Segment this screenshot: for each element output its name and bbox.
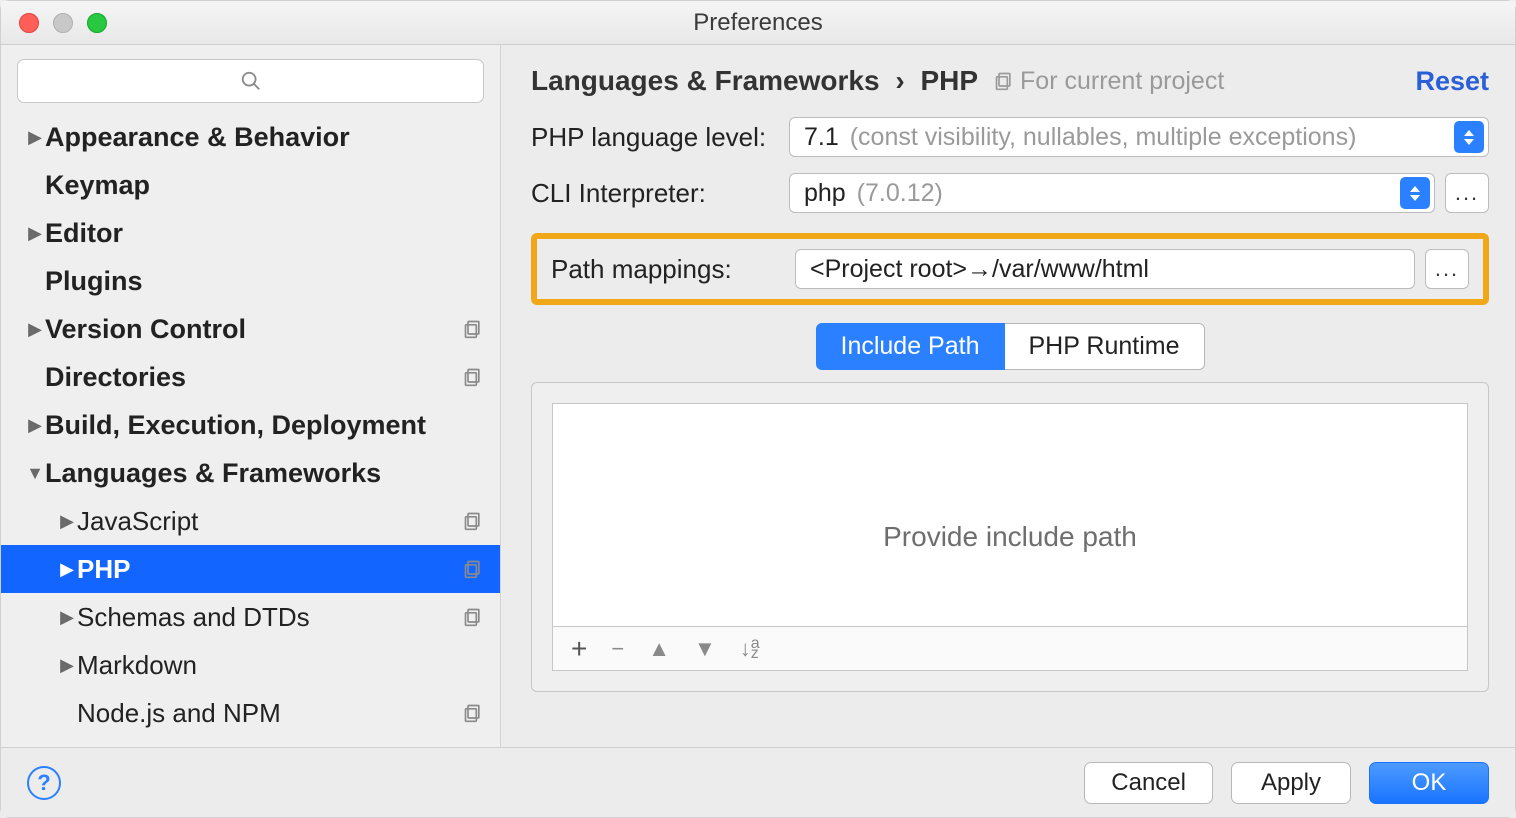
tree-item-plugins[interactable]: Plugins — [1, 257, 500, 305]
project-scope-icon — [458, 511, 488, 531]
project-scope-icon — [458, 559, 488, 579]
cli-row: CLI Interpreter: php (7.0.12) ... — [531, 173, 1489, 213]
tree-item-label: Directories — [45, 362, 458, 393]
lang-level-value: 7.1 — [804, 123, 839, 151]
tree-item-label: Version Control — [45, 314, 458, 345]
tab-php-runtime[interactable]: PHP Runtime — [1005, 323, 1205, 370]
breadcrumb: Languages & Frameworks › PHP — [531, 65, 978, 97]
cli-value: php — [804, 179, 846, 207]
tree-item-label: Appearance & Behavior — [45, 122, 458, 153]
include-path-toolbar: + − ▲ ▼ ↓az — [553, 626, 1467, 670]
disclosure-icon: ▶ — [57, 511, 77, 532]
project-scope-icon — [458, 703, 488, 723]
titlebar: Preferences — [1, 1, 1515, 45]
breadcrumb-sep: › — [895, 65, 904, 96]
disclosure-icon: ▶ — [57, 607, 77, 628]
tree-item-label: Markdown — [77, 650, 458, 681]
path-mappings-field[interactable]: <Project root>→/var/www/html — [795, 249, 1415, 289]
disclosure-icon: ▶ — [57, 559, 77, 580]
project-scope-label: For current project — [1020, 67, 1224, 96]
tree-item-editor[interactable]: ▶Editor — [1, 209, 500, 257]
include-path-panel: Provide include path + − ▲ ▼ ↓az — [531, 382, 1489, 692]
project-scope-icon — [458, 607, 488, 627]
tree-item-version-control[interactable]: ▶Version Control — [1, 305, 500, 353]
disclosure-icon: ▶ — [25, 223, 45, 244]
breadcrumb-part-1: Languages & Frameworks — [531, 65, 880, 96]
breadcrumb-part-2: PHP — [920, 65, 978, 96]
ok-button[interactable]: OK — [1369, 762, 1489, 804]
tree-item-keymap[interactable]: Keymap — [1, 161, 500, 209]
sidebar: ▶Appearance & BehaviorKeymap▶EditorPlugi… — [1, 45, 501, 747]
lang-level-select[interactable]: 7.1 (const visibility, nullables, multip… — [789, 117, 1489, 157]
path-mappings-label: Path mappings: — [551, 254, 795, 285]
tree-item-appearance-behavior[interactable]: ▶Appearance & Behavior — [1, 113, 500, 161]
search-icon — [240, 70, 262, 92]
path-mappings-highlight: Path mappings: <Project root>→/var/www/h… — [531, 233, 1489, 305]
lang-level-label: PHP language level: — [531, 122, 789, 153]
select-stepper-icon — [1454, 121, 1484, 153]
select-stepper-icon — [1400, 177, 1430, 209]
disclosure-icon: ▶ — [25, 415, 45, 436]
tree-item-javascript[interactable]: ▶JavaScript — [1, 497, 500, 545]
cli-hint: (7.0.12) — [857, 179, 943, 207]
disclosure-icon: ▼ — [25, 463, 45, 484]
footer: ? Cancel Apply OK — [1, 747, 1515, 817]
project-scope-icon — [458, 367, 488, 387]
path-mappings-value: <Project root>→/var/www/html — [810, 255, 1149, 284]
search-input[interactable] — [17, 59, 484, 103]
settings-tree[interactable]: ▶Appearance & BehaviorKeymap▶EditorPlugi… — [1, 113, 500, 747]
path-mappings-row: Path mappings: <Project root>→/var/www/h… — [551, 249, 1469, 289]
tree-item-label: Languages & Frameworks — [45, 458, 458, 489]
move-up-button[interactable]: ▲ — [648, 636, 670, 662]
tree-item-languages-frameworks[interactable]: ▼Languages & Frameworks — [1, 449, 500, 497]
tree-item-label: JavaScript — [77, 506, 458, 537]
path-mappings-more-button[interactable]: ... — [1425, 249, 1469, 289]
lang-level-row: PHP language level: 7.1 (const visibilit… — [531, 117, 1489, 157]
tree-item-label: PHP — [77, 554, 458, 585]
tree-item-markdown[interactable]: ▶Markdown — [1, 641, 500, 689]
tree-item-build-execution-deployment[interactable]: ▶Build, Execution, Deployment — [1, 401, 500, 449]
tree-item-label: Editor — [45, 218, 458, 249]
disclosure-icon: ▶ — [57, 655, 77, 676]
include-tabs: Include Path PHP Runtime — [531, 323, 1489, 370]
cli-more-button[interactable]: ... — [1445, 173, 1489, 213]
disclosure-icon: ▶ — [25, 319, 45, 340]
move-down-button[interactable]: ▼ — [694, 636, 716, 662]
tree-item-schemas-and-dtds[interactable]: ▶Schemas and DTDs — [1, 593, 500, 641]
apply-button[interactable]: Apply — [1231, 762, 1351, 804]
remove-button[interactable]: − — [611, 636, 624, 662]
reset-link[interactable]: Reset — [1415, 66, 1489, 97]
sort-az-button[interactable]: ↓az — [740, 636, 760, 662]
include-path-placeholder: Provide include path — [883, 521, 1137, 553]
add-button[interactable]: + — [571, 633, 587, 665]
lang-level-hint: (const visibility, nullables, multiple e… — [850, 123, 1357, 151]
window-title: Preferences — [1, 9, 1515, 37]
cli-select[interactable]: php (7.0.12) — [789, 173, 1435, 213]
tree-item-label: Plugins — [45, 266, 458, 297]
tree-item-label: Schemas and DTDs — [77, 602, 458, 633]
tree-item-node-js-and-npm[interactable]: Node.js and NPM — [1, 689, 500, 737]
header-row: Languages & Frameworks › PHP For current… — [531, 65, 1489, 97]
cancel-button[interactable]: Cancel — [1084, 762, 1213, 804]
tab-include-path[interactable]: Include Path — [816, 323, 1005, 370]
tree-item-label: Node.js and NPM — [77, 698, 458, 729]
tree-item-label: Build, Execution, Deployment — [45, 410, 458, 441]
main-panel: Languages & Frameworks › PHP For current… — [501, 45, 1515, 747]
tree-item-directories[interactable]: Directories — [1, 353, 500, 401]
disclosure-icon: ▶ — [25, 127, 45, 148]
include-path-list[interactable]: Provide include path + − ▲ ▼ ↓az — [552, 403, 1468, 671]
tree-item-label: Keymap — [45, 170, 458, 201]
tree-item-php[interactable]: ▶PHP — [1, 545, 500, 593]
project-scope-icon — [994, 71, 1014, 91]
cli-label: CLI Interpreter: — [531, 178, 789, 209]
project-scope-icon — [458, 319, 488, 339]
help-button[interactable]: ? — [27, 766, 61, 800]
project-scope-badge: For current project — [994, 67, 1224, 96]
